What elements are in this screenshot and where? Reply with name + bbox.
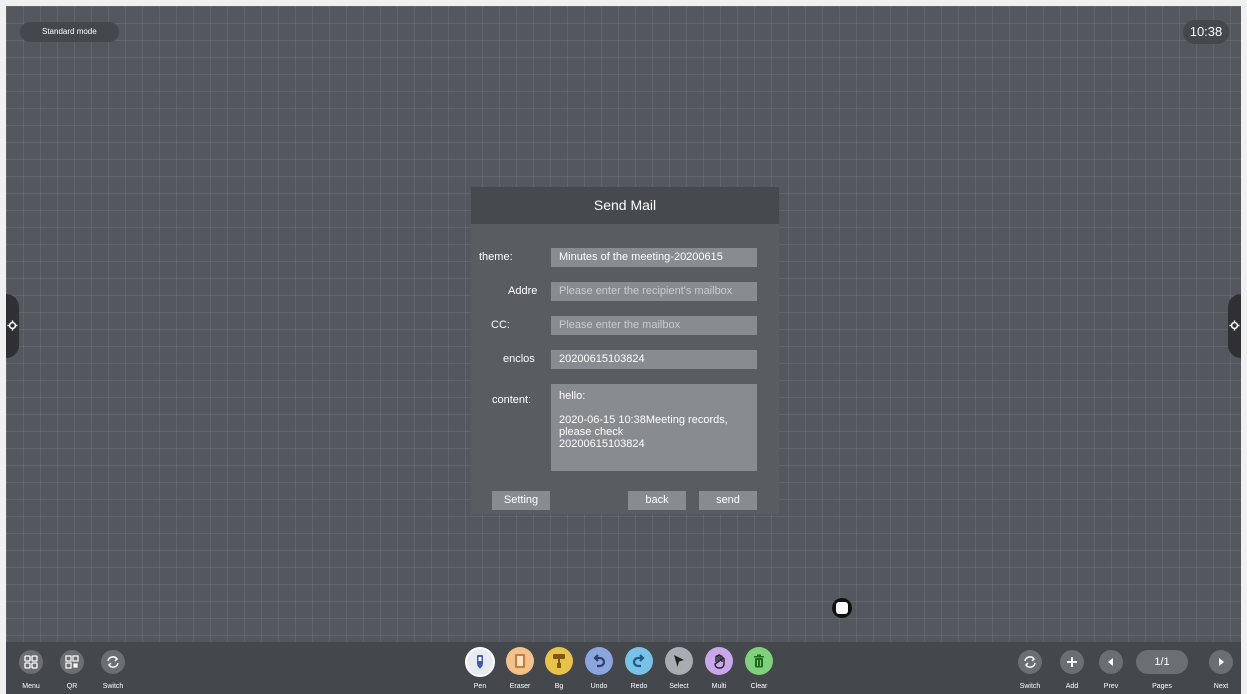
theme-field[interactable]: Minutes of the meeting-20200615 xyxy=(551,248,757,267)
dialog-title: Send Mail xyxy=(471,187,779,224)
clock: 10:38 xyxy=(1183,20,1229,44)
eraser-label: Eraser xyxy=(509,683,531,690)
menu-button[interactable] xyxy=(19,650,43,674)
multi-label: Multi xyxy=(711,683,727,690)
gear-icon xyxy=(7,320,18,331)
content-textarea[interactable]: hello: 2020-06-15 10:38Meeting records, … xyxy=(551,384,757,471)
switch-button[interactable] xyxy=(101,650,125,674)
content-line: 2020-06-15 10:38Meeting records, xyxy=(559,414,728,426)
pen-icon xyxy=(477,655,483,669)
pen-tool[interactable] xyxy=(465,647,495,677)
prev-page-button[interactable] xyxy=(1099,650,1123,674)
prev-icon xyxy=(1108,658,1113,666)
undo-icon xyxy=(593,654,606,668)
clear-label: Clear xyxy=(750,683,768,690)
back-button[interactable]: back xyxy=(628,491,686,510)
address-label: Addre xyxy=(508,285,538,297)
prev-label: Prev xyxy=(1103,683,1119,690)
setting-button[interactable]: Setting xyxy=(492,491,550,510)
plus-icon xyxy=(1067,657,1077,667)
paint-roller-icon xyxy=(553,654,565,668)
page-indicator[interactable]: 1/1 xyxy=(1136,650,1188,674)
trash-icon xyxy=(754,654,764,668)
next-page-button[interactable] xyxy=(1209,650,1233,674)
undo-label: Undo xyxy=(590,683,608,690)
send-mail-dialog: theme: Minutes of the meeting-20200615 A… xyxy=(471,224,779,514)
add-page-button[interactable] xyxy=(1060,650,1084,674)
grid-icon xyxy=(24,655,38,669)
content-label: content: xyxy=(492,394,532,406)
select-label: Select xyxy=(669,683,689,690)
switch-label: Switch xyxy=(102,683,124,690)
floating-board-button[interactable] xyxy=(832,598,852,618)
enclosure-label: enclos xyxy=(503,353,535,365)
content-line: please check xyxy=(559,426,624,438)
cc-label: CC: xyxy=(491,319,510,331)
bg-label: Bg xyxy=(554,683,564,690)
cursor-icon xyxy=(674,655,684,667)
theme-label: theme: xyxy=(479,251,513,263)
next-icon xyxy=(1219,658,1224,666)
cc-field[interactable]: Please enter the mailbox xyxy=(551,316,757,335)
qr-button[interactable] xyxy=(60,650,84,674)
enclosure-field[interactable]: 20200615103824 xyxy=(551,350,757,369)
clear-tool[interactable] xyxy=(745,647,773,675)
add-label: Add xyxy=(1065,683,1079,690)
qr-label: QR xyxy=(66,683,78,690)
redo-icon xyxy=(632,654,645,668)
switch-icon xyxy=(1024,656,1036,668)
multi-tool[interactable] xyxy=(705,647,733,675)
bottom-toolbar: Menu QR Switch Pen Eraser Bg Undo Redo S… xyxy=(6,642,1241,694)
eraser-tool[interactable] xyxy=(506,647,534,675)
address-field[interactable]: Please enter the recipient's mailbox xyxy=(551,282,757,301)
pen-label: Pen xyxy=(473,683,487,690)
left-settings-handle[interactable] xyxy=(6,294,19,358)
multi-touch-icon xyxy=(714,654,725,669)
switch-right-label: Switch xyxy=(1019,683,1041,690)
qr-icon xyxy=(65,655,79,669)
next-label: Next xyxy=(1213,683,1229,690)
eraser-icon xyxy=(515,654,525,668)
undo-tool[interactable] xyxy=(585,647,613,675)
menu-label: Menu xyxy=(22,683,40,690)
select-tool[interactable] xyxy=(665,647,693,675)
whiteboard-screen[interactable]: Standard mode 10:38 Send Mail theme: Min… xyxy=(6,6,1241,694)
pages-label: Pages xyxy=(1152,683,1172,690)
switch-page-button[interactable] xyxy=(1018,650,1042,674)
content-line: 20200615103824 xyxy=(559,438,645,450)
mode-pill[interactable]: Standard mode xyxy=(20,22,119,42)
right-settings-handle[interactable] xyxy=(1228,294,1241,358)
send-button[interactable]: send xyxy=(699,491,757,510)
gear-icon xyxy=(1229,320,1240,331)
redo-label: Redo xyxy=(630,683,648,690)
content-greeting: hello: xyxy=(559,390,586,402)
background-tool[interactable] xyxy=(545,647,573,675)
switch-icon xyxy=(107,656,119,668)
redo-tool[interactable] xyxy=(625,647,653,675)
